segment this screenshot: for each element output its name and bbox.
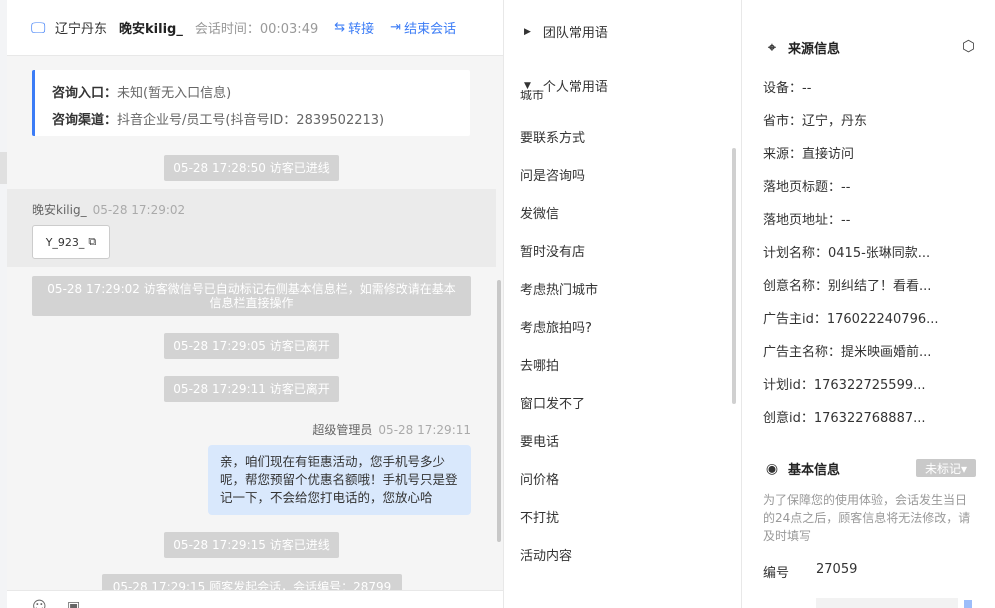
- phrase-item[interactable]: 活动内容: [520, 545, 572, 564]
- left-edge-bar: [0, 0, 7, 608]
- agent-name: 超级管理员 05-28 17:29:11: [312, 423, 471, 437]
- visitor-wechat-chip[interactable]: Y_923_ ⧉: [32, 225, 110, 259]
- user-circle-icon: ◉: [765, 460, 779, 477]
- basic-info-title: ◉ 基本信息: [765, 460, 841, 479]
- chat-input-toolbar: ☺ ▣: [7, 590, 503, 608]
- source-field-origin: 来源：直接访问: [763, 147, 855, 162]
- phrase-item[interactable]: 发微信: [520, 203, 559, 222]
- source-field-plan-id: 计划id：176322725599...: [763, 378, 926, 393]
- visitor-info-panel: ⌖ 来源信息 ⬡ 设备：-- 省市：辽宁，丹东 来源：直接访问 落地页标题：-- …: [742, 0, 995, 608]
- consult-channel-row: 咨询渠道：抖音企业号/员工号(抖音号ID：2839502213): [52, 113, 385, 128]
- phrase-item[interactable]: 去哪拍: [520, 355, 559, 374]
- phrase-item[interactable]: 要电话: [520, 431, 559, 450]
- visitor-message: 晚安kilig_ 05-28 17:29:02 Y_923_ ⧉: [7, 189, 496, 267]
- source-field-landing-url: 落地页地址：--: [763, 213, 851, 228]
- personal-phrases-list: 城市 要联系方式 问是咨询吗 发微信 暂时没有店 考虑热门城市 考虑旅拍吗? 去…: [504, 86, 732, 586]
- visitor-nickname: 晚安kilig_: [119, 22, 183, 37]
- chat-panel: 咨询入口：未知(暂无入口信息) 咨询渠道：抖音企业号/员工号(抖音号ID：283…: [7, 0, 503, 608]
- source-field-creative-id: 创意id：176322768887...: [763, 411, 926, 426]
- event-visitor-left-1: 05-28 17:29:05 访客已离开: [164, 333, 339, 359]
- end-session-button[interactable]: ⇥ 结束会话: [390, 18, 456, 37]
- session-timer: 会话时间：00:03:49: [194, 22, 319, 37]
- transfer-button[interactable]: ⇆ 转接: [334, 18, 374, 37]
- monitor-icon: 🖵: [31, 18, 46, 37]
- swap-icon: ⇆: [334, 20, 346, 35]
- exit-icon: ⇥: [390, 20, 402, 35]
- phrase-item[interactable]: 问价格: [520, 469, 559, 488]
- phrase-item[interactable]: 暂时没有店: [520, 241, 585, 260]
- visitor-id-value: 27059: [816, 562, 858, 577]
- phrase-item[interactable]: 城市: [520, 90, 544, 100]
- phrases-panel: ▶ 团队常用语 ▼ 个人常用语 城市 要联系方式 问是咨询吗 发微信 暂时没有店 考…: [503, 0, 742, 608]
- visitor-id-label: 编号: [763, 566, 790, 581]
- event-visitor-entered-2: 05-28 17:29:15 访客已进线: [164, 532, 339, 558]
- settings-icon[interactable]: ⬡: [962, 37, 975, 55]
- event-visitor-left-2: 05-28 17:29:11 访客已离开: [164, 376, 339, 402]
- tag-dropdown[interactable]: 未标记▾: [916, 459, 976, 477]
- source-info-title: ⌖ 来源信息: [764, 38, 840, 58]
- source-field-province: 省市：辽宁，丹东: [763, 114, 868, 129]
- phrase-item[interactable]: 要联系方式: [520, 127, 585, 146]
- event-visitor-entered: 05-28 17:28:50 访客已进线: [164, 155, 339, 181]
- chat-scrollbar[interactable]: [497, 280, 501, 542]
- next-field-input[interactable]: [816, 598, 958, 608]
- event-wechat-marked: 05-28 17:29:02 访客微信号已自动标记右侧基本信息栏，如需修改请在基…: [32, 276, 471, 316]
- phrase-item[interactable]: 考虑旅拍吗?: [520, 317, 592, 336]
- phrases-footer: [504, 590, 741, 608]
- caret-right-icon: ▶: [524, 26, 531, 37]
- phrases-scrollbar[interactable]: [732, 148, 736, 404]
- source-field-plan-name: 计划名称：0415-张琳同款...: [763, 246, 931, 261]
- agent-message-bubble: 亲，咱们现在有钜惠活动，您手机号多少呢，帮您预留个优惠名额哦！手机号只是登记一下…: [208, 445, 471, 515]
- basic-info-note: 为了保障您的使用体验，会话发生当日的24点之后，顾客信息将无法修改，请及时填写: [763, 493, 971, 543]
- image-icon[interactable]: ▣: [67, 599, 80, 608]
- visitor-location: 辽宁丹东: [55, 22, 108, 37]
- team-phrases-toggle[interactable]: ▶ 团队常用语: [524, 22, 608, 41]
- source-field-device: 设备：--: [763, 81, 812, 96]
- phrase-item[interactable]: 窗口发不了: [520, 393, 585, 412]
- emoji-icon[interactable]: ☺: [32, 599, 47, 608]
- source-field-advertiser-id: 广告主id：176022240796...: [763, 312, 939, 327]
- consult-info-card: 咨询入口：未知(暂无入口信息) 咨询渠道：抖音企业号/员工号(抖音号ID：283…: [32, 70, 470, 136]
- left-edge-marker: [0, 152, 7, 184]
- phrase-item[interactable]: 考虑热门城市: [520, 279, 598, 298]
- location-pin-icon: ⌖: [768, 39, 776, 56]
- next-field-marker: [964, 600, 972, 608]
- copy-icon[interactable]: ⧉: [88, 235, 96, 249]
- phrase-item[interactable]: 问是咨询吗: [520, 165, 585, 184]
- phrase-item[interactable]: 不打扰: [520, 507, 559, 526]
- source-field-creative-name: 创意名称：别纠结了！看看...: [763, 279, 932, 294]
- source-field-advertiser-name: 广告主名称：提米映画婚前...: [763, 345, 932, 360]
- chat-header: 🖵 辽宁丹东 晚安kilig_ 会话时间：00:03:49 ⇆ 转接 ⇥ 结束会话: [7, 0, 503, 56]
- visitor-name: 晚安kilig_ 05-28 17:29:02: [32, 203, 186, 217]
- consult-entry-row: 咨询入口：未知(暂无入口信息): [52, 86, 232, 101]
- source-field-landing-title: 落地页标题：--: [763, 180, 851, 195]
